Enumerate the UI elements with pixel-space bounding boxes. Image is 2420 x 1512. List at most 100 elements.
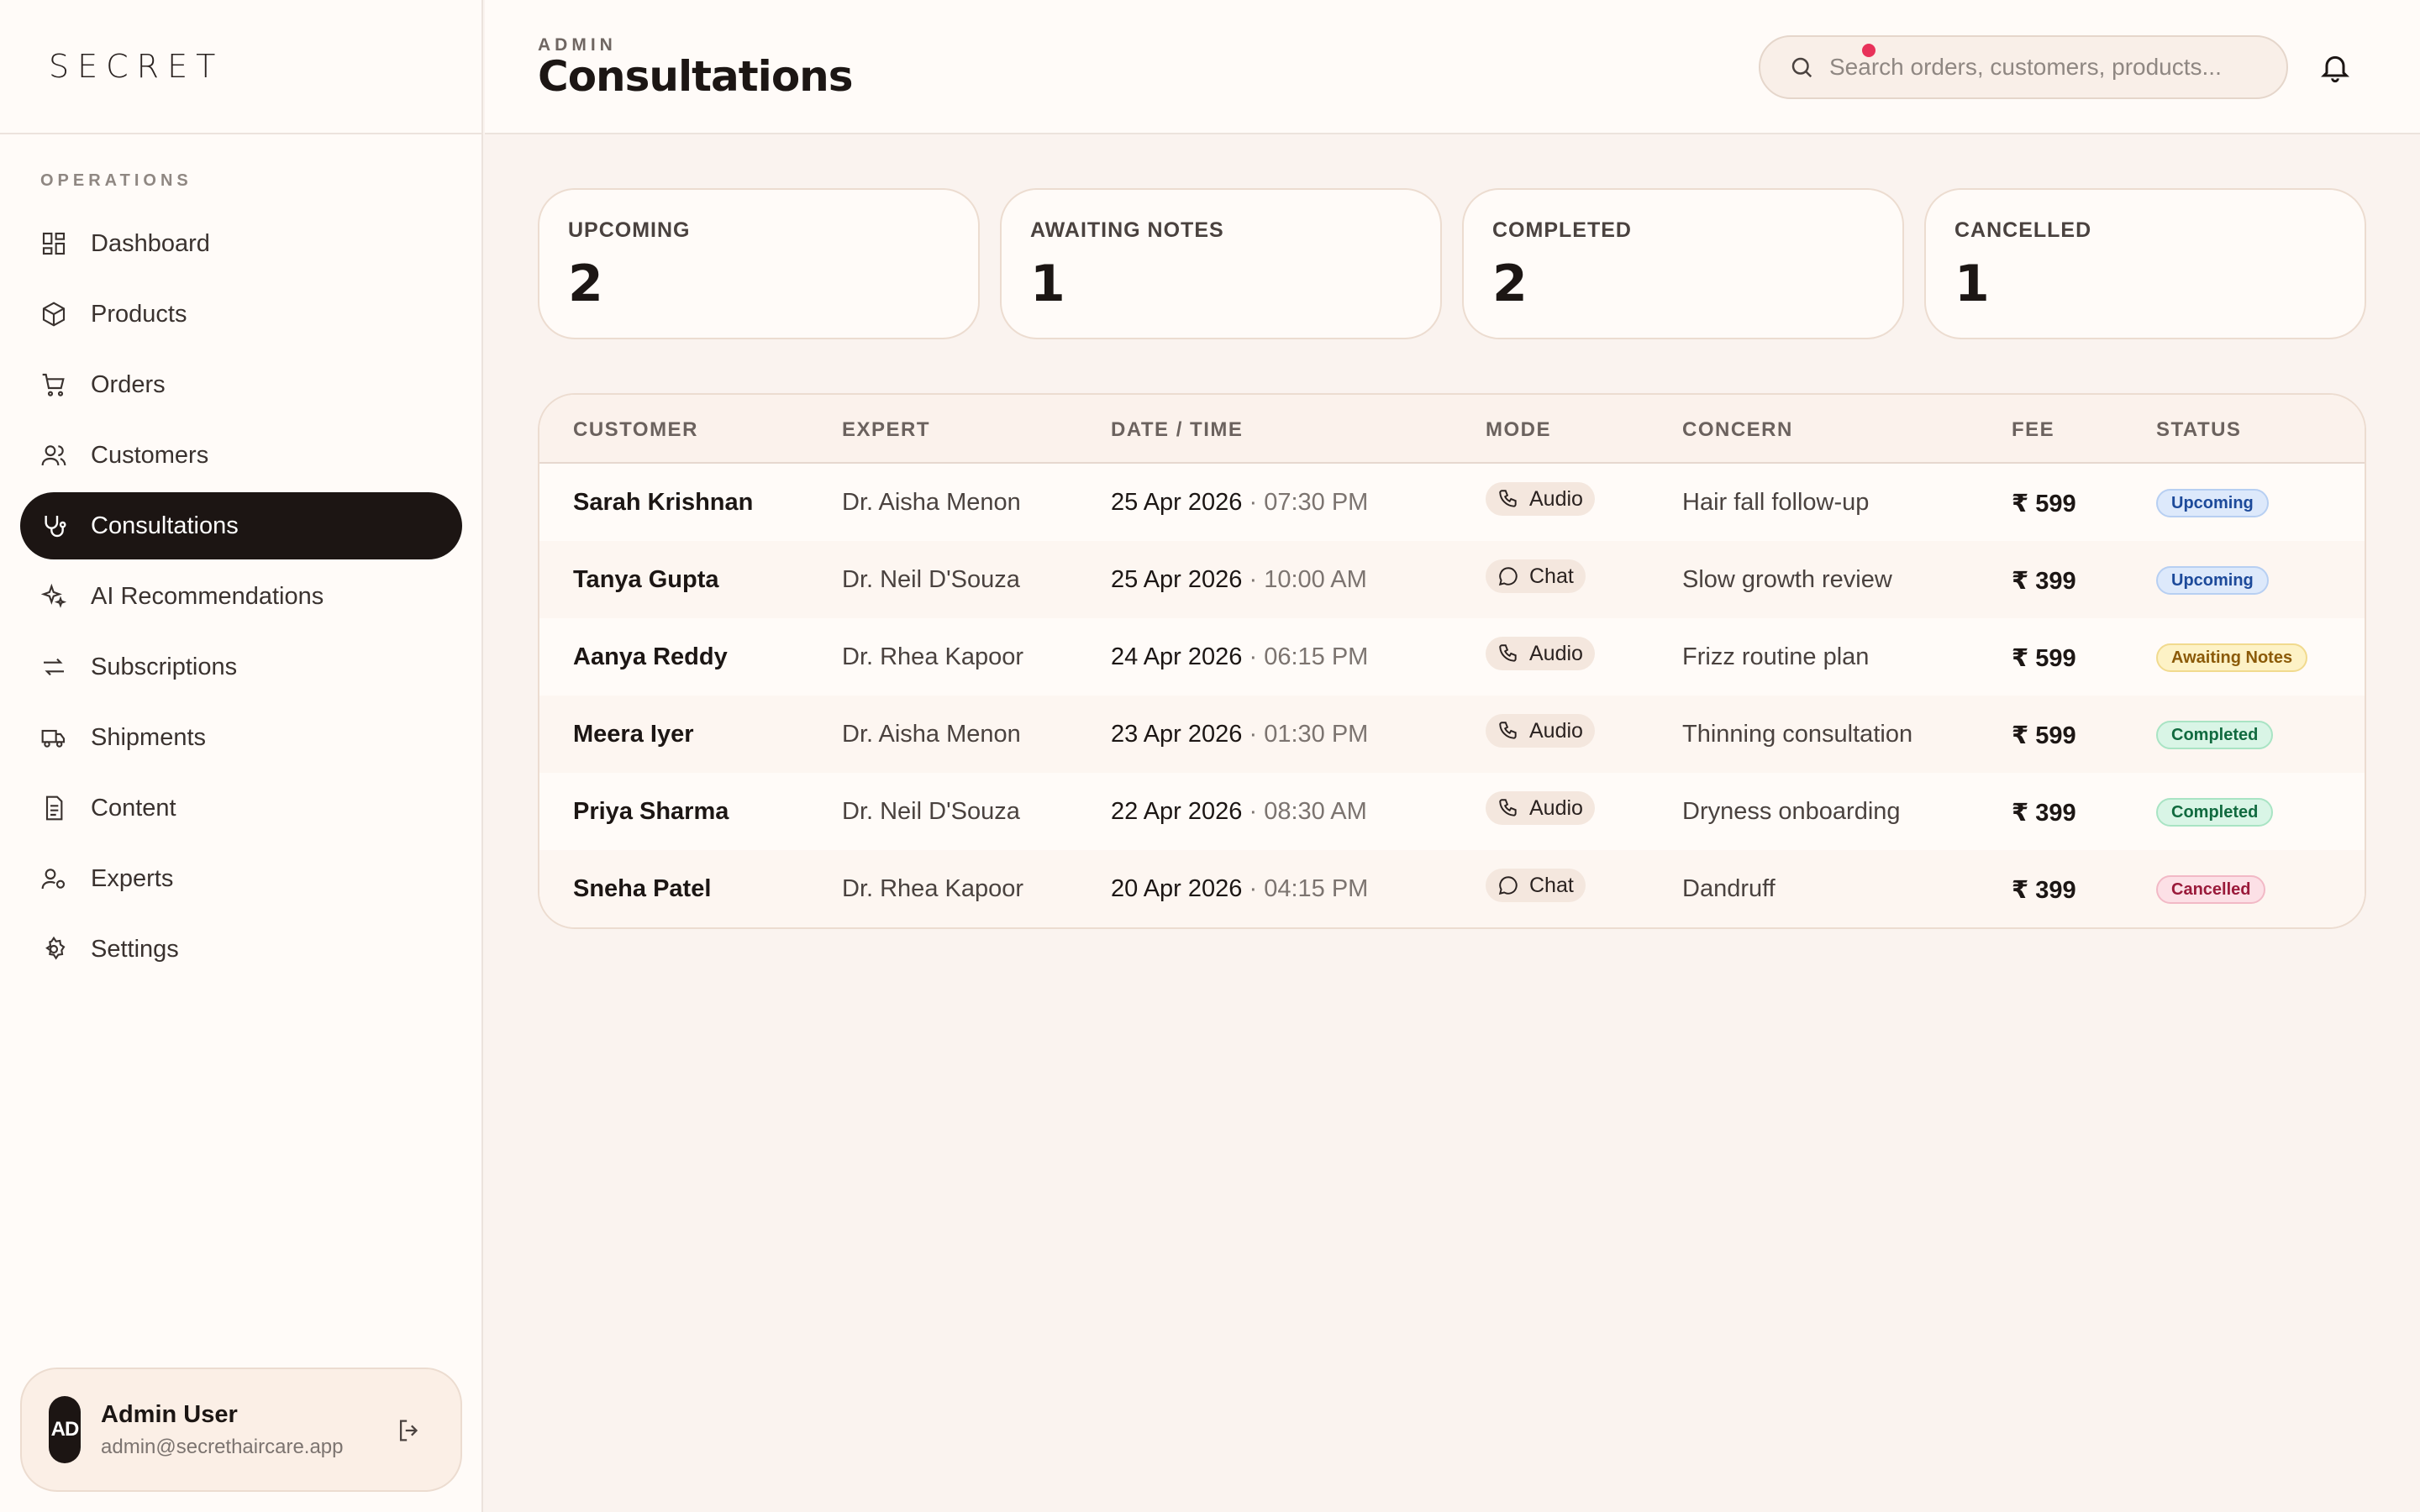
stat-label: COMPLETED (1492, 218, 1632, 242)
time: 04:15 PM (1264, 875, 1369, 902)
sidebar-item-label: Experts (91, 864, 174, 892)
stat-card-completed: COMPLETED 2 (1462, 188, 1904, 339)
column-header-date-time[interactable]: DATE / TIME (1111, 418, 1243, 442)
column-header-customer[interactable]: CUSTOMER (573, 418, 698, 442)
brand-logo[interactable]: SECRET (0, 0, 481, 134)
separator: · (1242, 798, 1265, 825)
concern: Slow growth review (1682, 566, 1892, 593)
status-badge: Cancelled (2156, 875, 2266, 904)
ai-recommendations-icon (40, 583, 67, 608)
column-header-fee[interactable]: FEE (2012, 418, 2054, 442)
mode-label: Chat (1529, 564, 1574, 588)
separator: · (1242, 875, 1265, 902)
time: 06:15 PM (1264, 643, 1369, 670)
stat-card-cancelled: CANCELLED 1 (1924, 188, 2366, 339)
table-row[interactable]: Sneha Patel Dr. Rhea Kapoor 20 Apr 2026 … (539, 850, 2365, 927)
column-header-concern[interactable]: CONCERN (1682, 418, 1793, 442)
search-input[interactable] (1829, 54, 2266, 81)
fee: ₹ 399 (2012, 568, 2076, 595)
sidebar-item-consultations[interactable]: Consultations (20, 492, 462, 559)
expert-name: Dr. Aisha Menon (842, 721, 1021, 748)
stat-label: CANCELLED (1954, 218, 2092, 242)
column-header-mode[interactable]: MODE (1486, 418, 1551, 442)
sidebar-item-label: Settings (91, 935, 179, 963)
sidebar-item-shipments[interactable]: Shipments (20, 704, 462, 771)
concern: Frizz routine plan (1682, 643, 1870, 670)
sidebar-item-label: Subscriptions (91, 653, 238, 680)
stat-label: AWAITING NOTES (1030, 218, 1224, 242)
customer-name[interactable]: Aanya Reddy (573, 643, 728, 671)
sidebar-item-products[interactable]: Products (20, 281, 462, 348)
chat-icon (1498, 567, 1518, 586)
time: 10:00 AM (1264, 566, 1367, 593)
table-row[interactable]: Meera Iyer Dr. Aisha Menon 23 Apr 2026 ·… (539, 696, 2365, 773)
customer-name[interactable]: Sarah Krishnan (573, 489, 753, 517)
expert-name: Dr. Aisha Menon (842, 489, 1021, 516)
sidebar-item-label: Products (91, 300, 187, 328)
sidebar-item-experts[interactable]: Experts (20, 845, 462, 912)
user-name: Admin User (101, 1400, 238, 1428)
logout-icon[interactable] (395, 1416, 424, 1445)
phone-icon (1499, 644, 1517, 662)
table-row[interactable]: Aanya Reddy Dr. Rhea Kapoor 24 Apr 2026 … (539, 618, 2365, 696)
mode-label: Audio (1529, 486, 1583, 511)
sidebar-item-customers[interactable]: Customers (20, 422, 462, 489)
customer-name[interactable]: Tanya Gupta (573, 566, 719, 594)
table-row[interactable]: Sarah Krishnan Dr. Aisha Menon 25 Apr 20… (539, 464, 2365, 541)
table-row[interactable]: Tanya Gupta Dr. Neil D'Souza 25 Apr 2026… (539, 541, 2365, 618)
time: 01:30 PM (1264, 721, 1369, 748)
sidebar-item-settings[interactable]: Settings (20, 916, 462, 983)
consultations-icon (45, 516, 66, 538)
sidebar-item-dashboard[interactable]: Dashboard (20, 210, 462, 277)
sidebar-item-label: Content (91, 794, 176, 822)
time: 08:30 AM (1264, 798, 1367, 825)
page-title: Consultations (538, 52, 854, 101)
separator: · (1242, 489, 1265, 516)
sidebar-item-ai-recommendations[interactable]: AI Recommendations (20, 563, 462, 630)
sidebar: SECRET OPERATIONS Dashboard Products Ord… (0, 0, 483, 1512)
experts-icon (41, 869, 66, 890)
top-bar: ADMIN Consultations (485, 0, 2420, 134)
concern: Dryness onboarding (1682, 798, 1901, 825)
consultations-table: CUSTOMER EXPERT DATE / TIME MODE CONCERN… (538, 393, 2366, 929)
customer-name[interactable]: Meera Iyer (573, 721, 694, 748)
mode-chip: Audio (1486, 637, 1595, 670)
sidebar-item-label: Consultations (91, 512, 239, 539)
sidebar-item-label: Customers (91, 441, 209, 469)
date-time: 23 Apr 2026 · 01:30 PM (1111, 721, 1368, 748)
user-email: admin@secrethaircare.app (101, 1435, 344, 1458)
status-badge: Upcoming (2156, 566, 2269, 595)
fee: ₹ 399 (2012, 800, 2076, 827)
customer-name[interactable]: Priya Sharma (573, 798, 729, 826)
search-icon (1791, 57, 1812, 78)
stat-value: 2 (568, 255, 603, 313)
table-row[interactable]: Priya Sharma Dr. Neil D'Souza 22 Apr 202… (539, 773, 2365, 850)
mode-chip: Audio (1486, 791, 1595, 825)
column-header-expert[interactable]: EXPERT (842, 418, 930, 442)
concern: Thinning consultation (1682, 721, 1913, 748)
mode-chip: Audio (1486, 714, 1595, 748)
expert-name: Dr. Rhea Kapoor (842, 875, 1024, 902)
dashboard-icon (42, 232, 66, 255)
sidebar-item-subscriptions[interactable]: Subscriptions (20, 633, 462, 701)
date: 25 Apr 2026 (1111, 489, 1243, 516)
separator: · (1242, 721, 1265, 748)
date: 24 Apr 2026 (1111, 643, 1243, 670)
expert-name: Dr. Rhea Kapoor (842, 643, 1024, 670)
bell-icon[interactable] (2318, 50, 2352, 84)
search-box[interactable] (1759, 35, 2288, 99)
products-icon (42, 302, 66, 327)
column-header-status[interactable]: STATUS (2156, 418, 2241, 442)
orders-icon (42, 373, 65, 396)
sidebar-item-orders[interactable]: Orders (20, 351, 462, 418)
fee: ₹ 599 (2012, 722, 2076, 749)
separator: · (1242, 643, 1265, 670)
mode-chip: Audio (1486, 482, 1595, 516)
sidebar-item-content[interactable]: Content (20, 774, 462, 842)
brand-name: SECRET (49, 48, 224, 85)
shipments-icon (41, 729, 66, 748)
customer-name[interactable]: Sneha Patel (573, 875, 711, 903)
user-card: AD Admin User admin@secrethaircare.app (20, 1368, 462, 1492)
stat-label: UPCOMING (568, 218, 691, 242)
date: 20 Apr 2026 (1111, 875, 1243, 902)
